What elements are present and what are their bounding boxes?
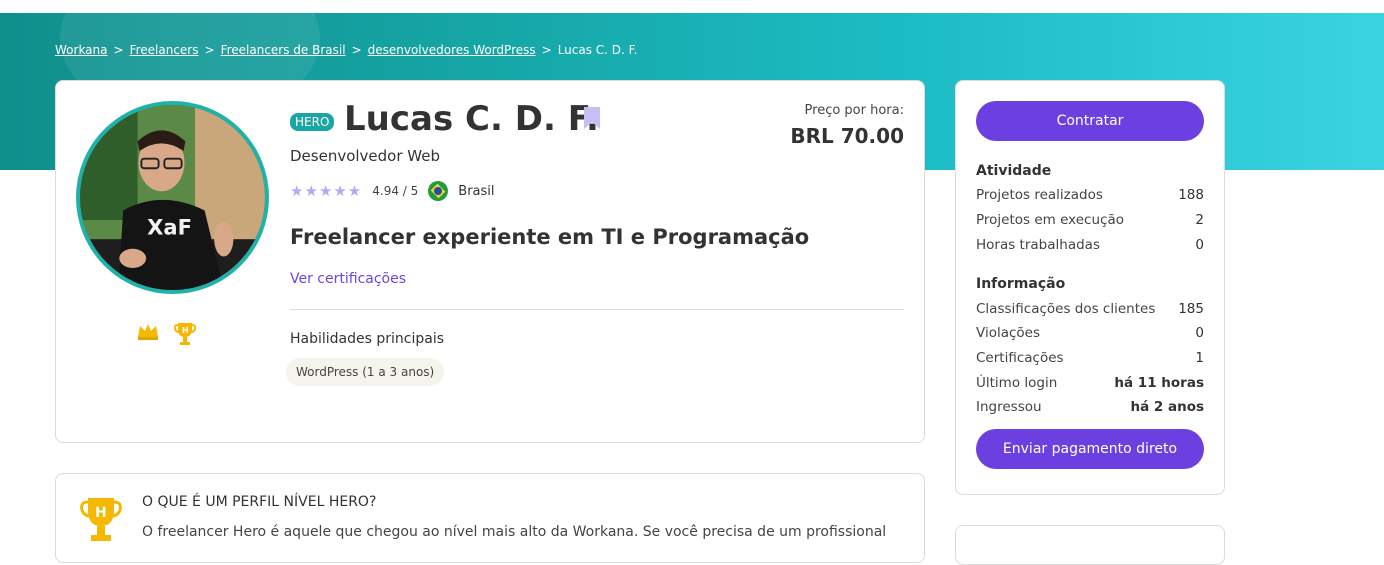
info-row: Último login há 11 horas bbox=[976, 375, 1204, 391]
hourly-rate-value: BRL 70.00 bbox=[790, 124, 904, 148]
info-label: Violações bbox=[976, 325, 1040, 341]
info-row: Certificações 1 bbox=[976, 350, 1204, 366]
brazil-flag-icon bbox=[428, 181, 449, 201]
profile-headline: Freelancer experiente em TI e Programaçã… bbox=[290, 225, 810, 249]
info-value: 0 bbox=[1195, 325, 1204, 341]
freelancer-name: Lucas C. D. F. bbox=[344, 99, 599, 139]
info-row: Ingressou há 2 anos bbox=[976, 399, 1204, 415]
hero-info-title: O QUE É UM PERFIL NÍVEL HERO? bbox=[142, 494, 377, 510]
info-label: Ingressou bbox=[976, 399, 1042, 415]
hero-badge: HERO bbox=[290, 113, 335, 131]
country-name: Brasil bbox=[458, 183, 495, 199]
breadcrumb-link-freelancers-brasil[interactable]: Freelancers de Brasil bbox=[221, 43, 346, 57]
stat-row: Horas trabalhadas 0 bbox=[976, 237, 1204, 253]
stats-sidebar: Contratar Atividade Projetos realizados 1… bbox=[955, 80, 1225, 495]
info-value: há 11 horas bbox=[1114, 375, 1204, 391]
sidebar-secondary-card bbox=[955, 525, 1225, 565]
info-label: Certificações bbox=[976, 350, 1064, 366]
info-row: Violações 0 bbox=[976, 325, 1204, 341]
rating-value: 4.94 / 5 bbox=[372, 184, 419, 198]
direct-payment-button[interactable]: Enviar pagamento direto bbox=[976, 429, 1204, 469]
hourly-rate-label: Preço por hora: bbox=[804, 103, 904, 118]
info-row: Classificações dos clientes 185 bbox=[976, 301, 1204, 317]
svg-text:H: H bbox=[182, 326, 189, 335]
info-value: há 2 anos bbox=[1130, 399, 1204, 415]
hero-trophy-icon: H bbox=[174, 323, 196, 345]
achievement-badges: H bbox=[136, 321, 196, 347]
stat-label: Projetos em execução bbox=[976, 212, 1124, 228]
stat-label: Projetos realizados bbox=[976, 187, 1103, 203]
info-label: Classificações dos clientes bbox=[976, 301, 1156, 317]
hero-info-card: H O QUE É UM PERFIL NÍVEL HERO? O freela… bbox=[55, 473, 925, 563]
info-value: 1 bbox=[1195, 350, 1204, 366]
star-rating-icon: ★★★★★ bbox=[290, 182, 363, 200]
breadcrumb-separator: > bbox=[204, 43, 215, 57]
rating-row: ★★★★★ 4.94 / 5 Brasil bbox=[290, 181, 495, 201]
hire-button[interactable]: Contratar bbox=[976, 101, 1204, 141]
stat-row: Projetos em execução 2 bbox=[976, 212, 1204, 228]
hero-info-description: O freelancer Hero é aquele que chegou ao… bbox=[142, 524, 887, 540]
breadcrumb-separator: > bbox=[541, 43, 552, 57]
stat-value: 188 bbox=[1178, 187, 1204, 203]
info-value: 185 bbox=[1178, 301, 1204, 317]
skills-label: Habilidades principais bbox=[290, 331, 445, 347]
divider bbox=[290, 309, 904, 310]
info-label: Último login bbox=[976, 375, 1058, 391]
stat-row: Projetos realizados 188 bbox=[976, 187, 1204, 203]
breadcrumb-current: Lucas C. D. F. bbox=[557, 43, 638, 57]
breadcrumb-link-workana[interactable]: Workana bbox=[55, 43, 108, 57]
stat-label: Horas trabalhadas bbox=[976, 237, 1100, 253]
trophy-icon: H bbox=[80, 498, 122, 541]
breadcrumb-link-freelancers[interactable]: Freelancers bbox=[130, 43, 199, 57]
view-certifications-link[interactable]: Ver certificações bbox=[290, 271, 406, 287]
breadcrumb-link-wordpress[interactable]: desenvolvedores WordPress bbox=[368, 43, 536, 57]
crown-icon bbox=[138, 324, 158, 340]
svg-text:XaF: XaF bbox=[147, 214, 192, 239]
info-title: Informação bbox=[976, 276, 1066, 292]
svg-text:H: H bbox=[95, 505, 107, 521]
skill-chip[interactable]: WordPress (1 a 3 anos) bbox=[286, 358, 445, 386]
bookmark-icon[interactable] bbox=[584, 107, 600, 129]
avatar: XaF bbox=[76, 101, 269, 294]
freelancer-role: Desenvolvedor Web bbox=[290, 147, 440, 165]
breadcrumb-separator: > bbox=[113, 43, 124, 57]
breadcrumb-separator: > bbox=[351, 43, 362, 57]
avatar-photo: XaF bbox=[80, 105, 265, 290]
stat-value: 2 bbox=[1195, 212, 1204, 228]
stat-value: 0 bbox=[1195, 237, 1204, 253]
activity-title: Atividade bbox=[976, 163, 1052, 179]
breadcrumb: Workana > Freelancers > Freelancers de B… bbox=[55, 43, 637, 57]
profile-card: XaF H HERO Lucas C. D. F. Desenvolvedor … bbox=[55, 80, 925, 443]
